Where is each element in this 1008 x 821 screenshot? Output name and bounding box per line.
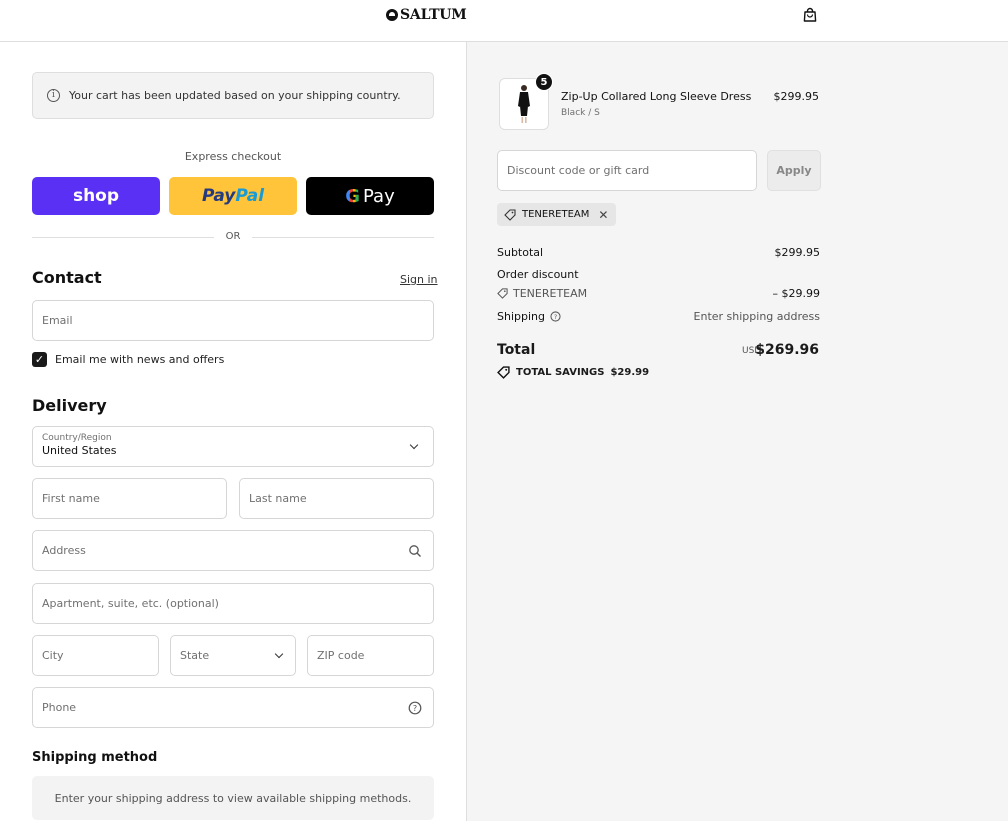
google-icon: G xyxy=(345,185,361,207)
country-select[interactable]: Country/Region United States xyxy=(32,426,434,467)
product-image xyxy=(518,85,530,123)
svg-text:?: ? xyxy=(554,314,557,321)
discount-code-input[interactable]: Discount code or gift card xyxy=(497,150,757,191)
brand-logo[interactable]: SALTUM xyxy=(386,7,467,23)
product-price: $299.95 xyxy=(773,90,820,103)
shipping-method-heading: Shipping method xyxy=(32,750,158,765)
brand-name: SALTUM xyxy=(400,7,467,23)
google-pay-button[interactable]: G Pay xyxy=(306,177,434,215)
apply-button[interactable]: Apply xyxy=(767,150,821,191)
zip-field[interactable]: ZIP code xyxy=(307,635,434,676)
paypal-button[interactable]: Pay Pal xyxy=(169,177,297,215)
info-icon: i xyxy=(47,89,60,102)
contact-heading: Contact xyxy=(32,268,102,287)
subtotal-row: Subtotal $299.95 xyxy=(497,246,820,259)
address-field[interactable]: Address xyxy=(32,530,434,571)
order-summary: 5 Zip-Up Collared Long Sleeve Dress Blac… xyxy=(466,42,1008,821)
product-variant: Black / S xyxy=(561,108,600,118)
apartment-field[interactable]: Apartment, suite, etc. (optional) xyxy=(32,583,434,624)
city-field[interactable]: City xyxy=(32,635,159,676)
delivery-heading: Delivery xyxy=(32,396,107,415)
tag-icon xyxy=(504,208,516,221)
chevron-down-icon xyxy=(274,649,284,659)
phone-field[interactable]: Phone ? xyxy=(32,687,434,728)
state-select[interactable]: State xyxy=(170,635,296,676)
quantity-badge: 5 xyxy=(535,73,553,91)
remove-discount-icon[interactable]: ✕ xyxy=(598,208,608,222)
first-name-field[interactable]: First name xyxy=(32,478,227,519)
cart-update-notice: i Your cart has been updated based on yo… xyxy=(32,72,434,119)
checkbox-checked-icon[interactable]: ✓ xyxy=(32,352,47,367)
last-name-field[interactable]: Last name xyxy=(239,478,434,519)
total-savings: TOTAL SAVINGS $29.99 xyxy=(497,366,649,379)
header: SALTUM xyxy=(0,0,1008,42)
or-divider: OR xyxy=(32,231,434,243)
brand-mark-icon xyxy=(386,9,398,21)
help-icon[interactable]: ? xyxy=(408,701,422,715)
email-field[interactable]: Email xyxy=(32,300,434,341)
express-checkout-label: Express checkout xyxy=(184,150,282,163)
notice-text: Your cart has been updated based on your… xyxy=(69,89,401,102)
svg-text:?: ? xyxy=(413,704,417,713)
newsletter-label: Email me with news and offers xyxy=(55,353,225,366)
total-label: Total xyxy=(497,342,536,358)
shopping-bag-icon[interactable] xyxy=(802,7,818,23)
shipping-row: Shipping ? Enter shipping address xyxy=(497,310,820,323)
tag-icon xyxy=(497,288,508,299)
order-discount-label: Order discount xyxy=(497,268,579,281)
discount-row: TENERETEAM – $29.99 xyxy=(497,287,820,300)
search-icon[interactable] xyxy=(408,544,422,558)
total-amount: $269.96 xyxy=(755,342,819,358)
tag-icon xyxy=(497,366,510,379)
help-icon[interactable]: ? xyxy=(550,311,561,322)
shop-pay-button[interactable]: shop xyxy=(32,177,160,215)
discount-chip: TENERETEAM ✕ xyxy=(497,203,617,226)
sign-in-link[interactable]: Sign in xyxy=(400,273,438,286)
shipping-method-message: Enter your shipping address to view avai… xyxy=(32,776,434,820)
checkout-form: i Your cart has been updated based on yo… xyxy=(0,42,466,821)
newsletter-checkbox-row[interactable]: ✓ Email me with news and offers xyxy=(32,352,224,367)
product-name: Zip-Up Collared Long Sleeve Dress xyxy=(561,90,752,103)
